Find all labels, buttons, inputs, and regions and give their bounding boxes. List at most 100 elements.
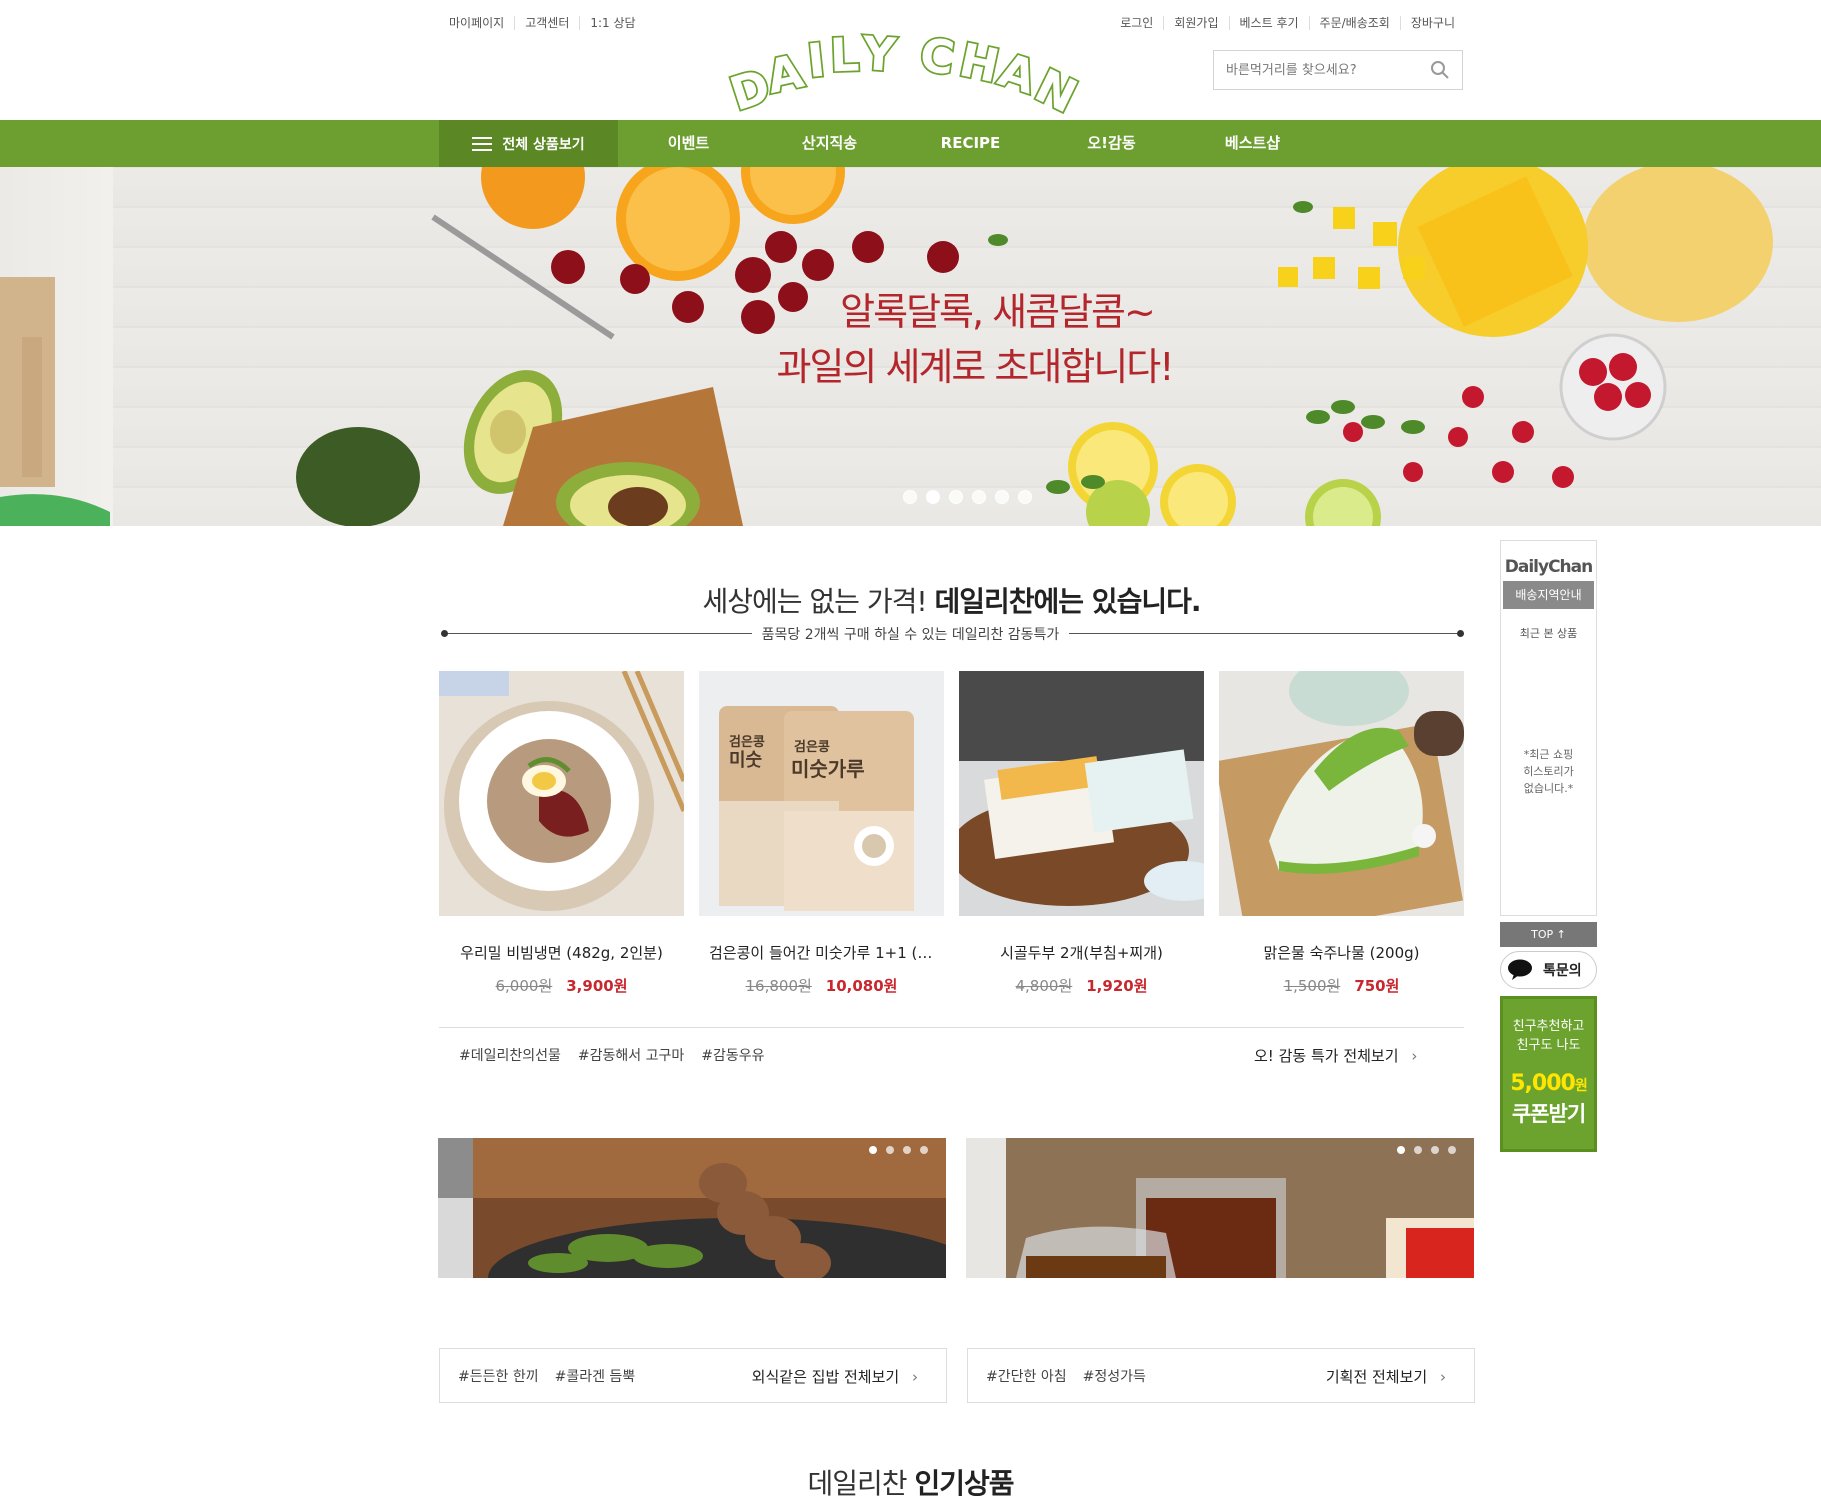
search-bar xyxy=(1213,50,1463,90)
order-tracking-link[interactable]: 주문/배송조회 xyxy=(1308,16,1400,30)
slide-dot[interactable] xyxy=(903,490,917,504)
deal-see-all-link[interactable]: 오! 감동 특가 전체보기 › xyxy=(1254,1045,1417,1066)
all-products-button[interactable]: 전체 상품보기 xyxy=(439,120,618,167)
slide-dot-active[interactable] xyxy=(926,490,940,504)
banner-dots xyxy=(869,1146,928,1154)
product-image[interactable] xyxy=(1219,671,1464,916)
homemeal-links: #든든한 한끼 #콜라겐 듬뿍 외식같은 집밥 전체보기 › xyxy=(439,1348,947,1403)
product-card[interactable]: 우리밀 비빔냉면 (482g, 2인분) 6,000원 3,900원 xyxy=(439,671,684,996)
referral-coupon-banner[interactable]: 친구추천하고 친구도 나도 5,000원 쿠폰받기 xyxy=(1500,996,1597,1152)
product-price: 6,000원 3,900원 xyxy=(439,975,684,996)
homemeal-banner[interactable] xyxy=(438,1138,946,1278)
hero-banner[interactable]: 알록달록, 새콤달콤~ 과일의 세계로 초대합니다! xyxy=(113,167,1821,526)
quick-sidebar: DailyChan 배송지역안내 최근 본 상품 *최근 쇼핑 히스토리가 없습… xyxy=(1500,540,1597,1152)
recent-empty-message: *최근 쇼핑 히스토리가 없습니다.* xyxy=(1501,746,1596,797)
hashtag[interactable]: #콜라겐 듬뿍 xyxy=(555,1366,636,1386)
customer-center-link[interactable]: 고객센터 xyxy=(514,16,579,30)
utility-links-right: 로그인 회원가입 베스트 후기 주문/배송조회 장바구니 xyxy=(1120,16,1455,30)
nav-item-recipe[interactable]: RECIPE xyxy=(900,120,1041,167)
promotion-links: #간단한 아침 #정성가득 기획전 전체보기 › xyxy=(967,1348,1475,1403)
search-input[interactable] xyxy=(1226,62,1430,78)
delivery-area-button[interactable]: 배송지역안내 xyxy=(1503,581,1594,609)
product-old-price: 6,000원 xyxy=(495,977,553,995)
hashtag[interactable]: #감동해서 고구마 xyxy=(578,1045,684,1065)
promotion-banner[interactable] xyxy=(966,1138,1474,1278)
nav-item-event[interactable]: 이벤트 xyxy=(618,120,759,167)
product-image[interactable] xyxy=(439,671,684,916)
deal-see-all-label: 오! 감동 특가 전체보기 xyxy=(1254,1047,1399,1065)
svg-text:I: I xyxy=(805,33,828,88)
deal-bottom-divider xyxy=(439,1027,1464,1028)
hero-slide-dots xyxy=(903,490,1032,504)
svg-text:미숫가루: 미숫가루 xyxy=(791,757,865,781)
deal-hashtags: #데일리찬의선물 #감동해서 고구마 #감동우유 xyxy=(459,1045,765,1065)
svg-text:미숫: 미숫 xyxy=(729,750,762,771)
deal-section-title: 세상에는 없는 가격! 데일리찬에는 있습니다. xyxy=(439,580,1464,620)
svg-text:Y: Y xyxy=(859,26,898,82)
coupon-amount-unit: 원 xyxy=(1574,1078,1588,1094)
hashtag[interactable]: #간단한 아침 xyxy=(986,1366,1067,1386)
empty-line: 히스토리가 xyxy=(1523,765,1574,778)
product-sale-price: 750원 xyxy=(1354,977,1400,995)
product-image[interactable] xyxy=(959,671,1204,916)
hashtag[interactable]: #정성가득 xyxy=(1083,1366,1146,1386)
menu-icon xyxy=(472,136,493,151)
product-card[interactable]: 맑은물 숙주나물 (200g) 1,500원 750원 xyxy=(1219,671,1464,996)
chevron-right-icon: › xyxy=(912,1368,918,1386)
signup-link[interactable]: 회원가입 xyxy=(1163,16,1228,30)
product-name[interactable]: 검은콩이 들어간 미숫가루 1+1 (600g+600g) xyxy=(699,942,944,963)
product-price: 4,800원 1,920원 xyxy=(959,975,1204,996)
product-card[interactable]: 검은콩 미숫 검은콩 미숫가루 검은콩이 들어간 미숫가루 1+1 (600g+… xyxy=(699,671,944,996)
hashtag[interactable]: #든든한 한끼 xyxy=(458,1366,539,1386)
best-review-link[interactable]: 베스트 후기 xyxy=(1228,16,1309,30)
cart-link[interactable]: 장바구니 xyxy=(1399,16,1455,30)
login-link[interactable]: 로그인 xyxy=(1120,16,1163,30)
sidebar-brand: DailyChan xyxy=(1504,557,1593,577)
hashtag[interactable]: #데일리찬의선물 xyxy=(459,1045,561,1065)
utility-links-left: 마이페이지 고객센터 1:1 상담 xyxy=(449,16,646,30)
recent-products-label: 최근 본 상품 xyxy=(1519,627,1578,640)
promotion-see-all-link[interactable]: 기획전 전체보기 › xyxy=(1326,1366,1446,1387)
product-name[interactable]: 맑은물 숙주나물 (200g) xyxy=(1219,942,1464,963)
hashtag[interactable]: #감동우유 xyxy=(701,1045,764,1065)
product-name[interactable]: 시골두부 2개(부침+찌개) xyxy=(959,942,1204,963)
coupon-amount-value: 5,000 xyxy=(1510,1071,1576,1096)
coupon-text-2: 친구도 나도 xyxy=(1516,1038,1581,1053)
nav-item-direct[interactable]: 산지직송 xyxy=(759,120,900,167)
recent-products-panel: DailyChan 배송지역안내 최근 본 상품 *최근 쇼핑 히스토리가 없습… xyxy=(1500,540,1597,916)
popular-title-plain: 데일리찬 xyxy=(807,1467,915,1500)
promotion-see-all-label: 기획전 전체보기 xyxy=(1325,1368,1428,1386)
product-old-price: 4,800원 xyxy=(1015,977,1073,995)
talk-inquiry-label: 톡문의 xyxy=(1543,963,1582,979)
mypage-link[interactable]: 마이페이지 xyxy=(449,16,514,30)
slide-dot[interactable] xyxy=(949,490,963,504)
product-name[interactable]: 우리밀 비빔냉면 (482g, 2인분) xyxy=(439,942,684,963)
slide-dot[interactable] xyxy=(995,490,1009,504)
svg-text:L: L xyxy=(829,27,860,82)
product-image[interactable]: 검은콩 미숫 검은콩 미숫가루 xyxy=(699,671,944,916)
slide-dot[interactable] xyxy=(972,490,986,504)
deal-title-plain: 세상에는 없는 가격! xyxy=(702,585,935,618)
empty-line: 없습니다.* xyxy=(1523,782,1574,795)
main-nav: 전체 상품보기 이벤트 산지직송 RECIPE 오!감동 베스트샵 xyxy=(0,120,1821,167)
nav-item-ogamdong[interactable]: 오!감동 xyxy=(1041,120,1182,167)
daily-chan-logo[interactable]: D A I L Y C H A N xyxy=(720,18,1100,118)
hero-headline: 알록달록, 새콤달콤~ 과일의 세계로 초대합니다! xyxy=(113,285,1821,395)
scroll-top-button[interactable]: TOP ↑ xyxy=(1500,922,1597,947)
product-card[interactable]: 시골두부 2개(부침+찌개) 4,800원 1,920원 xyxy=(959,671,1204,996)
slide-dot[interactable] xyxy=(1018,490,1032,504)
svg-text:검은콩: 검은콩 xyxy=(729,735,765,750)
product-price: 16,800원 10,080원 xyxy=(699,975,944,996)
hero-line-2: 과일의 세계로 초대합니다! xyxy=(776,345,1175,389)
nav-item-bestshop[interactable]: 베스트샵 xyxy=(1182,120,1323,167)
chat-bubble-icon xyxy=(1505,955,1535,985)
product-price: 1,500원 750원 xyxy=(1219,975,1464,996)
one-on-one-link[interactable]: 1:1 상담 xyxy=(579,16,645,30)
homemeal-see-all-link[interactable]: 외식같은 집밥 전체보기 › xyxy=(752,1366,918,1387)
product-sale-price: 10,080원 xyxy=(825,977,898,995)
hero-prev-slide-peek[interactable] xyxy=(0,167,113,526)
svg-text:C: C xyxy=(917,27,958,85)
search-icon[interactable] xyxy=(1430,60,1450,80)
talk-inquiry-button[interactable]: 톡문의 xyxy=(1500,951,1597,989)
product-sale-price: 3,900원 xyxy=(566,977,628,995)
